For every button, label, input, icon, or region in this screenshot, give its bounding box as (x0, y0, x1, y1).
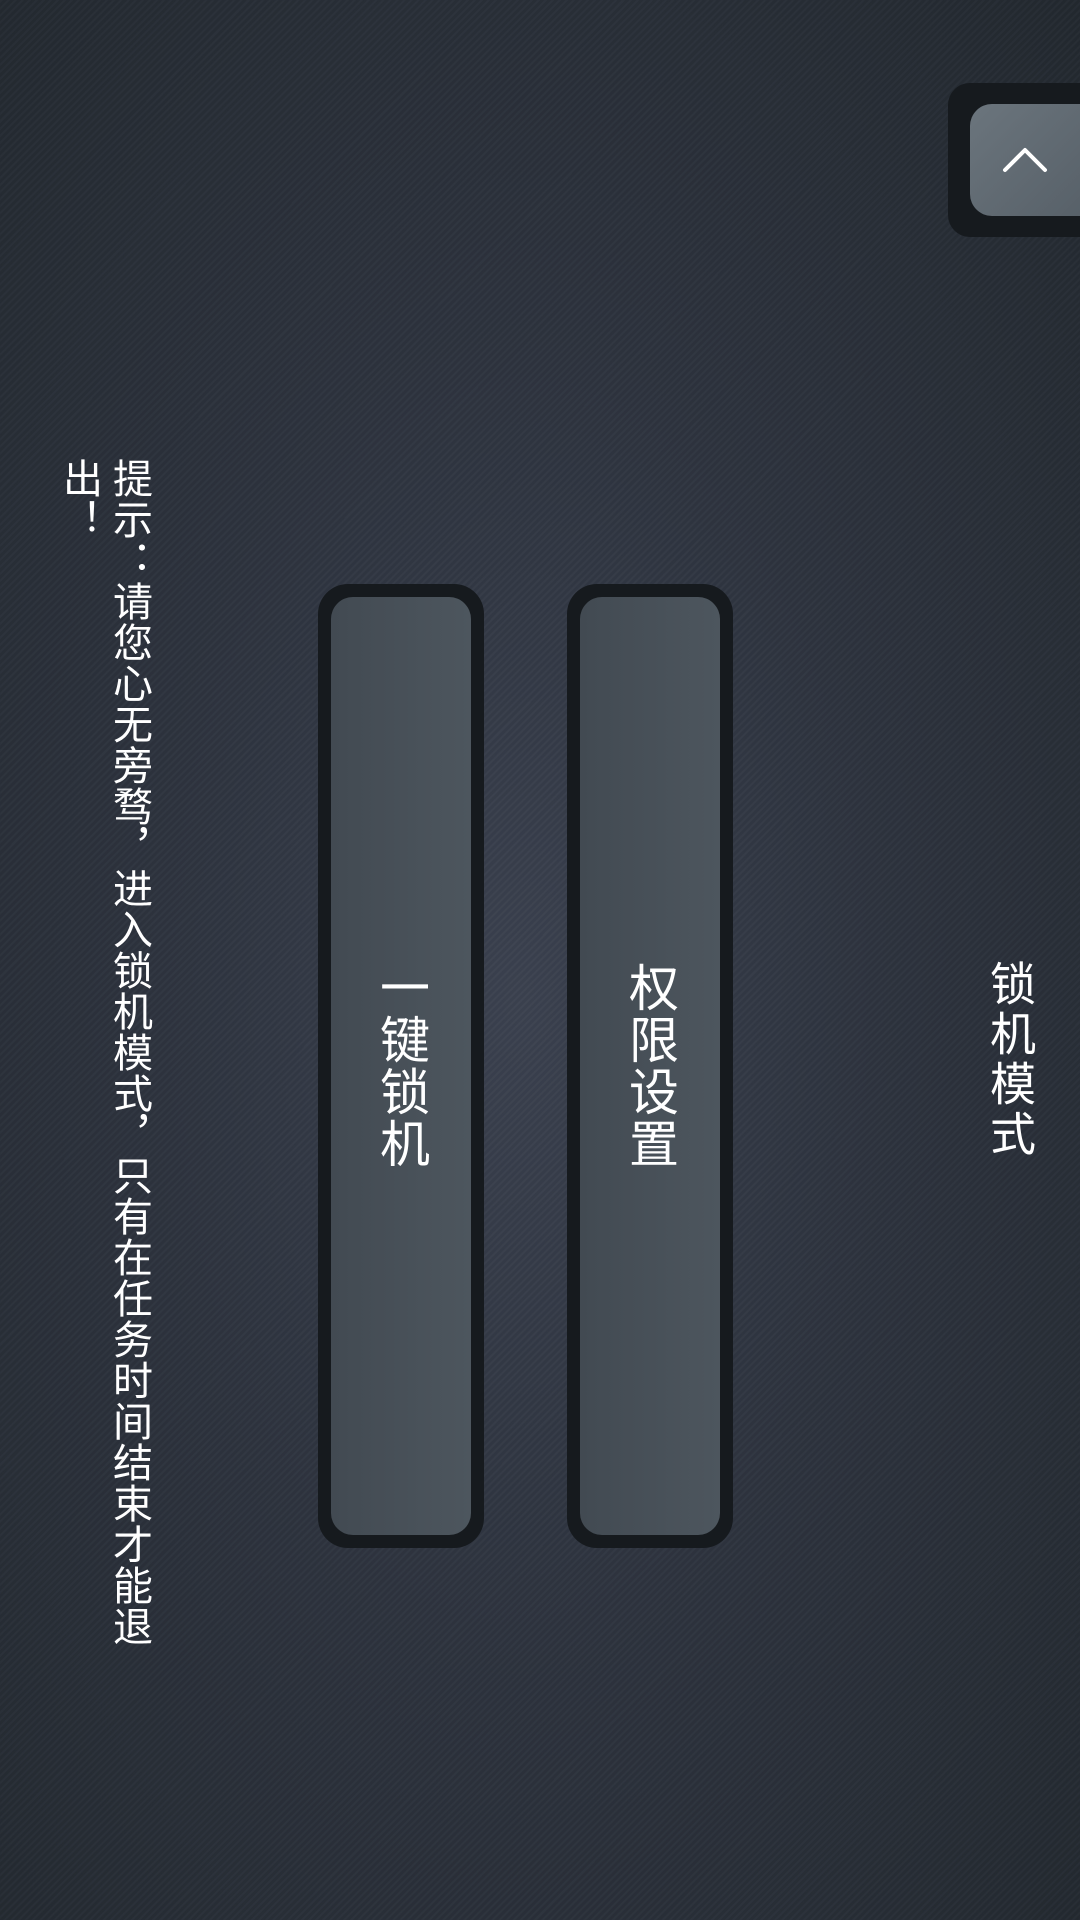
chevron-up-icon (1002, 143, 1048, 177)
one-click-lock-label: 一键锁机 (372, 962, 430, 1170)
collapse-button[interactable] (970, 104, 1080, 216)
page-title: 锁机模式 (983, 960, 1037, 1160)
one-click-lock-button[interactable]: 一键锁机 (318, 584, 484, 1548)
permission-settings-label: 权限设置 (621, 962, 679, 1170)
one-click-lock-button-face[interactable]: 一键锁机 (331, 597, 471, 1535)
hint-text: 提示：请您心无旁骛，进入锁机模式，只有在任务时间结束才能退出！ (56, 458, 152, 1647)
permission-settings-button[interactable]: 权限设置 (567, 584, 733, 1548)
permission-settings-button-face[interactable]: 权限设置 (580, 597, 720, 1535)
